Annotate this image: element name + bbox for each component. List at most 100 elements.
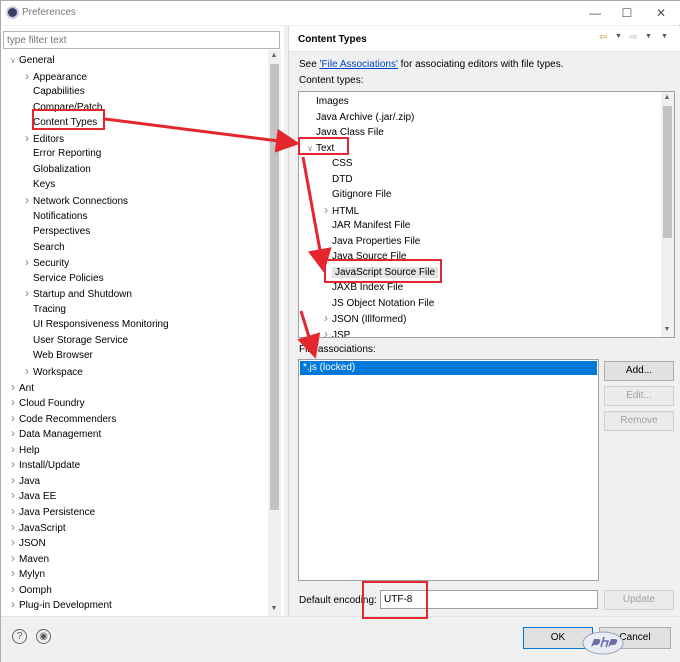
collapsed-twisty-icon[interactable]: › — [7, 566, 19, 581]
content-type-item[interactable]: › HTML — [320, 203, 359, 218]
tree-item[interactable]: › JavaScript — [7, 520, 66, 535]
tree-item[interactable]: ∨ General — [7, 53, 55, 68]
tree-item[interactable]: › Appearance — [21, 69, 87, 84]
minimize-icon[interactable]: — — [581, 4, 609, 22]
collapsed-twisty-icon[interactable]: › — [7, 426, 19, 441]
help-icon[interactable]: ? — [12, 629, 27, 644]
collapsed-twisty-icon[interactable]: › — [7, 504, 19, 519]
scroll-down-icon[interactable]: ▼ — [268, 605, 280, 612]
back-arrow-icon[interactable]: ⇦ — [599, 32, 607, 43]
tree-item[interactable]: Perspectives — [21, 224, 90, 239]
file-associations-link[interactable]: 'File Associations' — [320, 59, 398, 70]
tree-item[interactable]: › Workspace — [21, 364, 83, 379]
scroll-down-icon[interactable]: ▼ — [661, 326, 673, 333]
tree-item[interactable]: › Ant — [7, 380, 34, 395]
close-icon[interactable]: ✕ — [647, 4, 675, 22]
remove-button[interactable]: Remove — [604, 411, 674, 431]
tree-item[interactable]: › Java Persistence — [7, 504, 95, 519]
collapsed-twisty-icon[interactable]: › — [7, 473, 19, 488]
list-item[interactable]: *.js (locked) — [300, 361, 597, 375]
collapsed-twisty-icon[interactable]: › — [21, 286, 33, 301]
scroll-up-icon[interactable]: ▲ — [268, 52, 280, 59]
content-types-scroll-thumb[interactable] — [663, 106, 672, 238]
tree-item-label: Plug-in Development — [19, 600, 112, 612]
tree-item[interactable]: › Code Recommenders — [7, 411, 116, 426]
tree-item[interactable]: Keys — [21, 177, 55, 192]
collapsed-twisty-icon[interactable]: › — [320, 311, 332, 326]
tree-item-label: Data Management — [19, 429, 102, 441]
content-type-item[interactable]: CSS — [320, 156, 353, 171]
tree-item[interactable]: › Java EE — [7, 488, 56, 503]
tree-item[interactable]: Service Policies — [21, 271, 104, 286]
content-type-item[interactable]: JAR Manifest File — [320, 218, 410, 233]
tree-item[interactable]: Globalization — [21, 162, 91, 177]
collapsed-twisty-icon[interactable]: › — [7, 411, 19, 426]
tree-item[interactable]: › Cloud Foundry — [7, 395, 85, 410]
collapsed-twisty-icon[interactable]: › — [7, 442, 19, 457]
forward-dropdown-icon[interactable]: ▼ — [645, 33, 652, 40]
content-type-item[interactable]: Java Archive (.jar/.zip) — [304, 110, 414, 125]
tree-item[interactable]: › Oomph — [7, 582, 52, 597]
content-type-item[interactable]: JS Object Notation File — [320, 296, 434, 311]
collapsed-twisty-icon[interactable]: › — [21, 255, 33, 270]
collapsed-twisty-icon[interactable]: › — [7, 395, 19, 410]
collapsed-twisty-icon[interactable]: › — [7, 520, 19, 535]
collapsed-twisty-icon[interactable]: › — [7, 457, 19, 472]
expanded-twisty-icon[interactable]: ∨ — [7, 53, 19, 68]
collapsed-twisty-icon[interactable]: › — [7, 380, 19, 395]
collapsed-twisty-icon[interactable]: › — [21, 193, 33, 208]
view-menu-icon[interactable]: ▼ — [661, 33, 668, 40]
tree-item[interactable]: › JSON — [7, 535, 46, 550]
collapsed-twisty-icon[interactable]: › — [7, 535, 19, 550]
collapsed-twisty-icon[interactable]: › — [320, 327, 332, 338]
tree-item-label: Notifications — [33, 210, 88, 222]
tree-item[interactable]: › Help — [7, 442, 40, 457]
tree-item[interactable]: Capabilities — [21, 84, 85, 99]
tree-item-label: JSON — [19, 538, 46, 550]
tree-item[interactable]: Web Browser — [21, 348, 93, 363]
tree-item[interactable]: Search — [21, 240, 65, 255]
tree-scroll-thumb[interactable] — [270, 64, 279, 510]
tree-item[interactable]: UI Responsiveness Monitoring — [21, 317, 169, 332]
collapsed-twisty-icon[interactable]: › — [7, 488, 19, 503]
content-type-item[interactable]: Gitignore File — [320, 187, 391, 202]
collapsed-twisty-icon[interactable]: › — [320, 203, 332, 218]
tree-item[interactable]: › Editors — [21, 131, 64, 146]
tree-item[interactable]: › Maven — [7, 551, 49, 566]
forward-arrow-icon[interactable]: ⇨ — [629, 32, 637, 43]
collapsed-twisty-icon[interactable]: › — [21, 131, 33, 146]
add-button[interactable]: Add... — [604, 361, 674, 381]
back-dropdown-icon[interactable]: ▼ — [615, 33, 622, 40]
tree-item[interactable]: › Network Connections — [21, 193, 128, 208]
content-types-scrollbar[interactable]: ▲ ▼ — [661, 92, 674, 337]
tree-item[interactable]: › Plug-in Development — [7, 597, 112, 612]
update-button[interactable]: Update — [604, 590, 674, 610]
collapsed-twisty-icon[interactable]: › — [7, 597, 19, 612]
import-export-icon[interactable]: ◉ — [36, 629, 51, 644]
tree-item[interactable]: › Java — [7, 473, 40, 488]
collapsed-twisty-icon[interactable]: › — [21, 364, 33, 379]
tree-item[interactable]: › Security — [21, 255, 69, 270]
tree-item[interactable]: › Data Management — [7, 426, 101, 441]
content-type-item[interactable]: Images — [304, 94, 349, 109]
tree-item[interactable]: › Mylyn — [7, 566, 45, 581]
tree-item[interactable]: Notifications — [21, 209, 87, 224]
tree-item-label: Workspace — [33, 367, 83, 378]
tree-scrollbar[interactable]: ▲ ▼ — [268, 50, 281, 616]
filter-input[interactable] — [3, 31, 280, 49]
content-type-item[interactable]: Java Properties File — [320, 234, 420, 249]
scroll-up-icon[interactable]: ▲ — [661, 94, 673, 101]
content-type-item[interactable]: › JSON (Illformed) — [320, 311, 406, 326]
collapsed-twisty-icon[interactable]: › — [21, 69, 33, 84]
maximize-icon[interactable]: ☐ — [613, 4, 641, 22]
tree-item[interactable]: User Storage Service — [21, 333, 128, 348]
collapsed-twisty-icon[interactable]: › — [7, 582, 19, 597]
collapsed-twisty-icon[interactable]: › — [7, 551, 19, 566]
tree-item[interactable]: › Install/Update — [7, 457, 80, 472]
tree-item[interactable]: Tracing — [21, 302, 66, 317]
tree-item[interactable]: › Startup and Shutdown — [21, 286, 132, 301]
content-type-item[interactable]: › JSP — [320, 327, 350, 338]
edit-button[interactable]: Edit... — [604, 386, 674, 406]
tree-item[interactable]: Error Reporting — [21, 146, 101, 161]
content-type-item[interactable]: DTD — [320, 172, 353, 187]
